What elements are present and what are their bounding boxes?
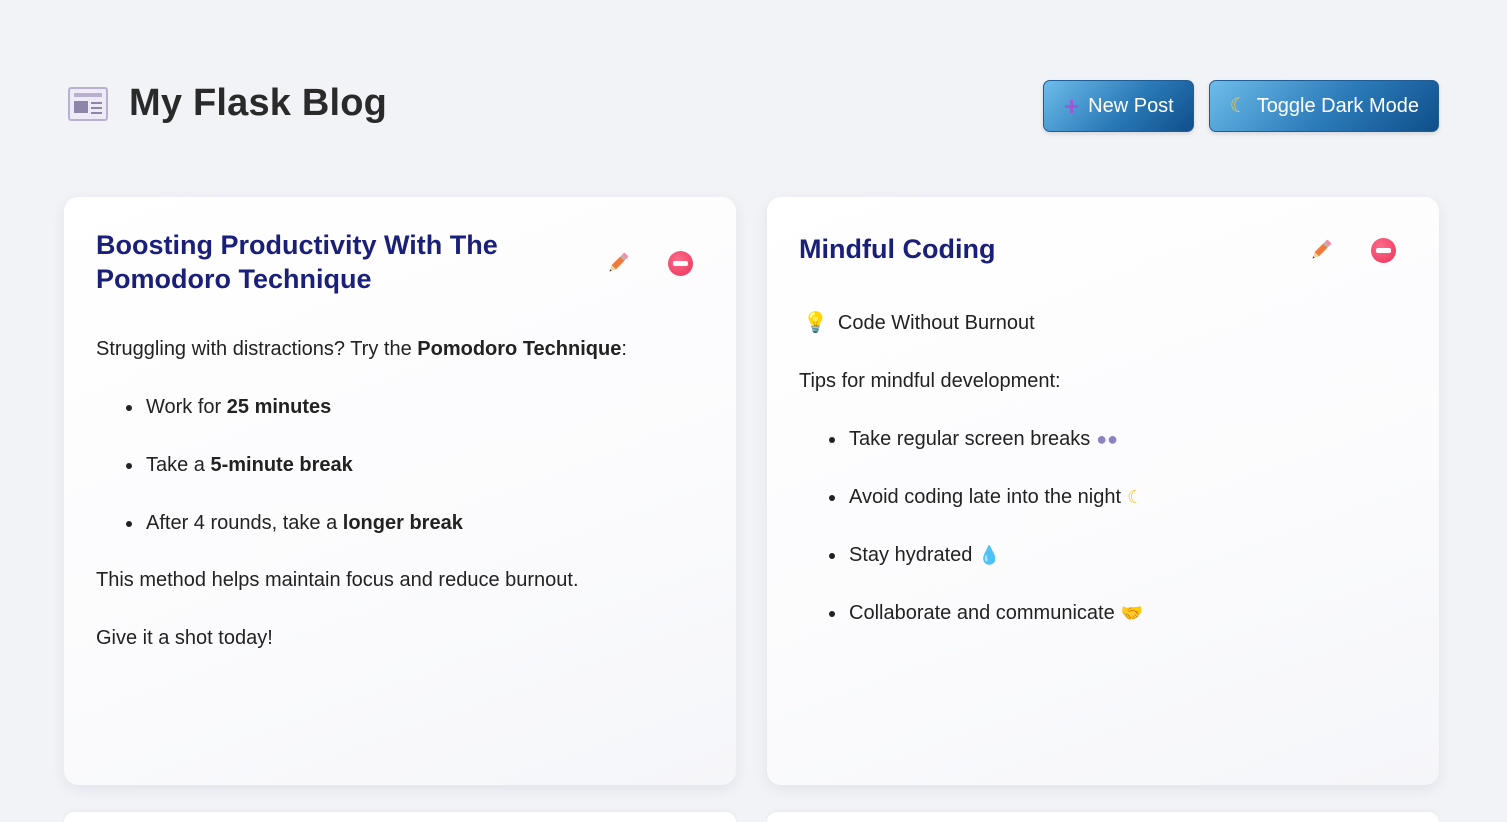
post-list: Work for 25 minutes Take a 5-minute brea… xyxy=(96,394,704,536)
handshake-icon: 🤝 xyxy=(1120,603,1144,623)
header-actions: + New Post ☾ Toggle Dark Mode xyxy=(1042,80,1439,132)
list-item: Work for 25 minutes xyxy=(124,394,704,420)
no-entry-icon xyxy=(1370,237,1396,263)
new-post-label: New Post xyxy=(1088,94,1174,117)
newspaper-icon xyxy=(68,86,108,121)
site-title: My Flask Blog xyxy=(68,82,387,125)
post-intro: Tips for mindful development: xyxy=(799,370,1061,392)
delete-post-button[interactable] xyxy=(666,249,694,277)
post-body: Struggling with distractions? Try the Po… xyxy=(96,336,704,683)
header: My Flask Blog + New Post ☾ Toggle Dark M… xyxy=(68,80,1439,136)
crescent-moon-icon: ☾ xyxy=(1127,487,1144,507)
toggle-dark-mode-button[interactable]: ☾ Toggle Dark Mode xyxy=(1208,80,1439,132)
post-card: Boosting Productivity With The Pomodoro … xyxy=(64,197,736,785)
post-title: Mindful Coding xyxy=(799,234,996,264)
post-lead: 💡 Code Without Burnout xyxy=(803,312,1035,334)
post-intro: Struggling with distractions? Try the Po… xyxy=(96,338,627,360)
pencil-icon xyxy=(1312,239,1332,259)
list-item: After 4 rounds, take a longer break xyxy=(124,510,704,536)
edit-post-button[interactable] xyxy=(604,249,632,277)
page-title: My Flask Blog xyxy=(129,82,388,124)
eyes-icon: ●● xyxy=(1096,429,1118,449)
post-list: Take regular screen breaks ●● Avoid codin… xyxy=(799,426,1407,626)
list-item: Avoid coding late into the night ☾ xyxy=(827,484,1407,510)
pencil-icon xyxy=(609,252,629,272)
post-title: Boosting Productivity With The Pomodoro … xyxy=(96,230,498,294)
delete-post-button[interactable] xyxy=(1369,236,1397,264)
plus-icon: + xyxy=(1063,91,1080,121)
light-bulb-icon: 💡 xyxy=(803,312,828,334)
droplet-icon: 💧 xyxy=(978,545,1001,565)
post-card: Mindful Coding 💡 Code Without Burnout Tip… xyxy=(767,197,1439,785)
post-body: 💡 Code Without Burnout Tips for mindful d… xyxy=(799,310,1407,657)
post-actions xyxy=(604,249,694,277)
post-card-next xyxy=(64,812,736,822)
post-paragraph: Give it a shot today! xyxy=(96,627,273,649)
new-post-button[interactable]: + New Post xyxy=(1042,80,1194,132)
toggle-dark-mode-label: Toggle Dark Mode xyxy=(1256,94,1419,117)
list-item: Stay hydrated 💧 xyxy=(827,542,1407,568)
post-paragraph: This method helps maintain focus and red… xyxy=(96,569,579,591)
list-item: Take regular screen breaks ●● xyxy=(827,426,1407,452)
no-entry-icon xyxy=(667,250,693,276)
list-item: Collaborate and communicate 🤝 xyxy=(827,600,1407,626)
edit-post-button[interactable] xyxy=(1307,236,1335,264)
post-card-next xyxy=(767,812,1439,822)
crescent-moon-icon: ☾ xyxy=(1229,95,1248,117)
list-item: Take a 5-minute break xyxy=(124,452,704,478)
post-actions xyxy=(1307,236,1397,264)
